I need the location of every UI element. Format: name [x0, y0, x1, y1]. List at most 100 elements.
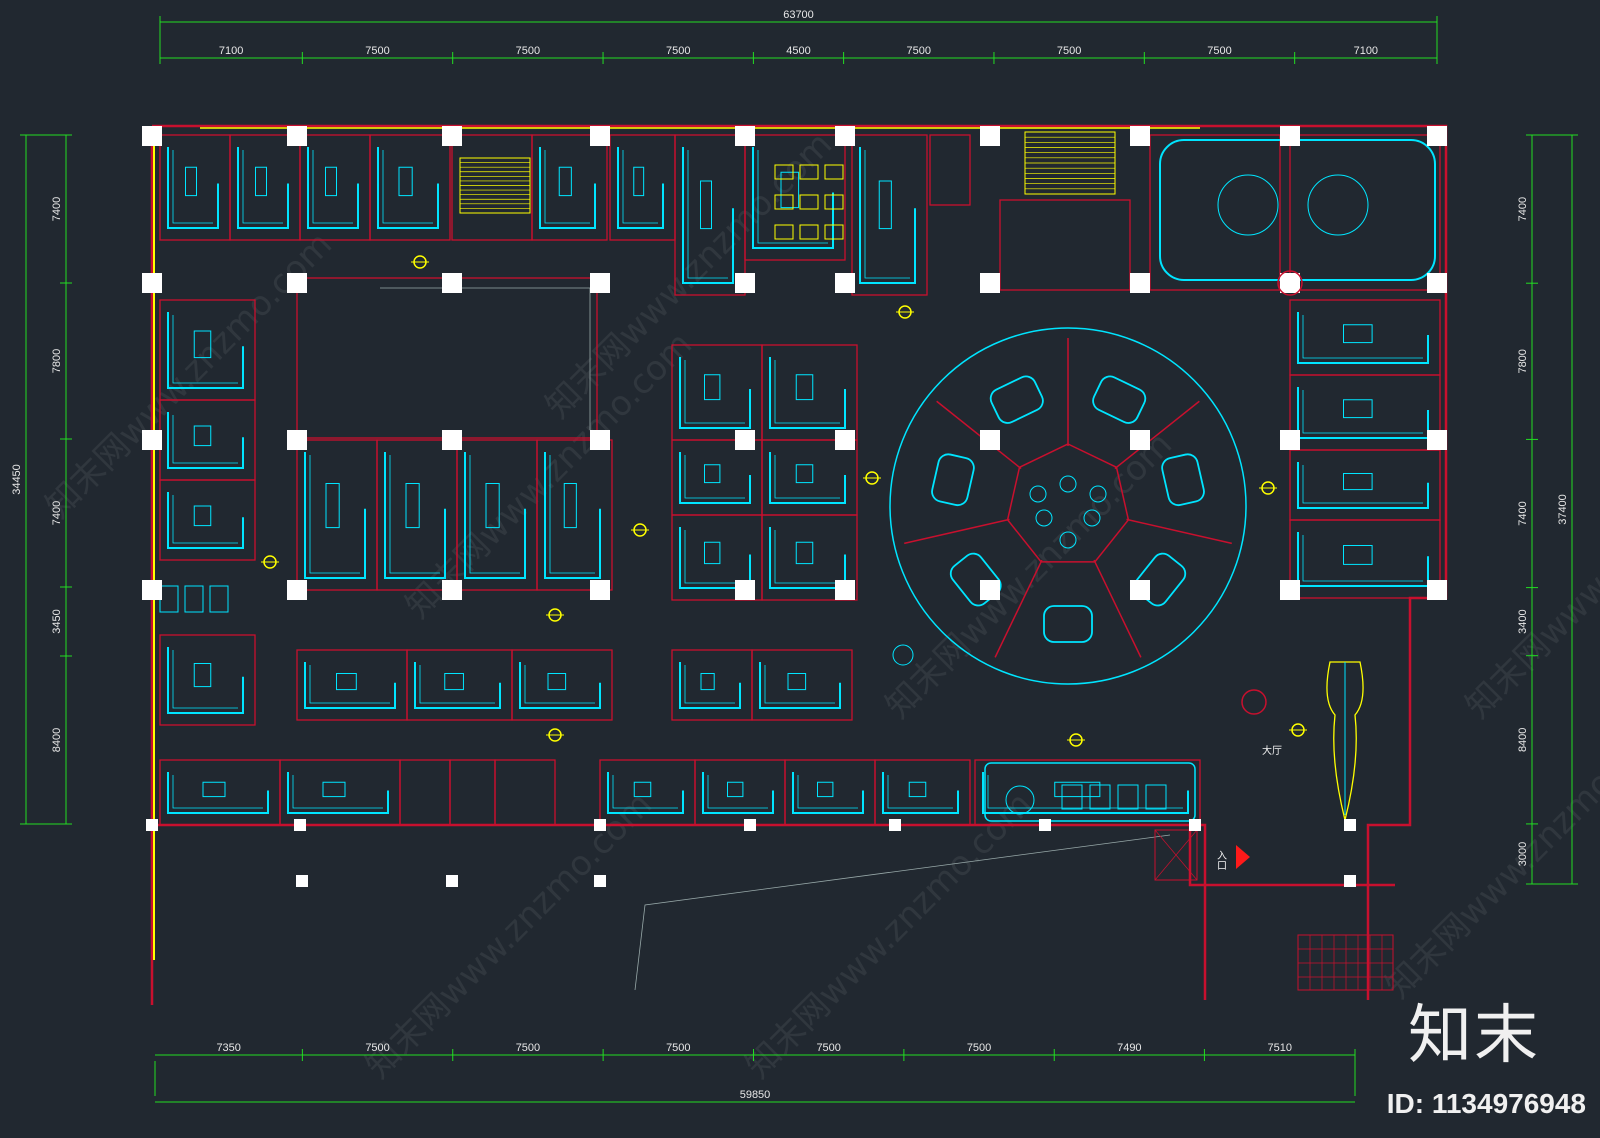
dimension-value: 7490 [1117, 1042, 1141, 1054]
sofa-seat [419, 665, 495, 704]
sofa [307, 147, 359, 229]
dimension-value: 7500 [365, 1042, 389, 1054]
dimension-value: 7800 [1517, 349, 1529, 373]
pavilion-booth-sofa [931, 453, 975, 507]
structural-column [735, 580, 755, 600]
tea-table [878, 180, 892, 230]
sofa-seat [382, 150, 433, 224]
furniture-layer [159, 139, 1436, 822]
pavilion-partition [936, 400, 1022, 470]
dimension-value: 7510 [1267, 1042, 1291, 1054]
tea-table [704, 374, 721, 401]
dimension-value: 7500 [516, 1042, 540, 1054]
sofa-seat [622, 150, 658, 224]
structural-column-small [744, 819, 756, 831]
round-table [1217, 174, 1279, 236]
structural-column [735, 273, 755, 293]
room-wall [494, 759, 556, 826]
tea-table [795, 374, 814, 401]
structural-column [1427, 273, 1447, 293]
tea-table [727, 781, 744, 798]
sofa [769, 357, 846, 429]
sofa-seat [774, 455, 840, 499]
dimension-value: 7500 [666, 45, 690, 57]
structural-column [142, 430, 162, 450]
lobby-label: 大厅 [1262, 744, 1282, 757]
sofa-seat [172, 150, 213, 224]
pavilion-partition [1126, 518, 1232, 545]
sofa-seat [1302, 465, 1423, 504]
pavilion-booth-sofa [1134, 552, 1187, 607]
sofa [702, 772, 774, 814]
structural-column [1427, 580, 1447, 600]
tea-table [185, 166, 197, 197]
structural-column-small [1344, 819, 1356, 831]
sofa [1297, 532, 1429, 587]
structural-column [980, 430, 1000, 450]
room-wall [449, 759, 496, 826]
dimension-value: 7500 [1057, 45, 1081, 57]
tea-table [325, 166, 337, 197]
structural-column [442, 430, 462, 450]
sofa [167, 647, 244, 714]
tea-table [255, 166, 267, 197]
room-wall [1289, 449, 1441, 521]
room-wall [229, 134, 301, 241]
structural-column [980, 126, 1000, 146]
room-wall [296, 649, 408, 721]
tea-table [547, 673, 567, 691]
dimension-value: 3000 [1517, 842, 1529, 866]
sofa [167, 412, 244, 469]
floor-plan-canvas: 知末网www.znzmo.com 知末网www.znzmo.com 知末网www.z… [0, 0, 1600, 1138]
pavilion-booth-sofa [1043, 605, 1093, 643]
watermark-text: 知末网www.znzmo.com [538, 124, 840, 426]
structural-column [590, 580, 610, 600]
tea-table [700, 673, 715, 691]
sofa [287, 772, 389, 814]
washbasin [799, 194, 819, 210]
room-wall [279, 759, 401, 826]
sofa [679, 662, 741, 709]
sofa-seat [172, 495, 238, 544]
watermark-text: 知末网www.znzmo.com [1378, 704, 1600, 1006]
structural-column [735, 430, 755, 450]
sofa [539, 147, 596, 229]
structural-column [980, 580, 1000, 600]
watermark-text: 知末网www.znzmo.com [878, 424, 1180, 726]
sofa-seat [172, 415, 238, 464]
structural-column [590, 273, 610, 293]
tea-table [704, 464, 721, 484]
dimension-value: 7100 [219, 45, 243, 57]
tea-table [1343, 545, 1373, 565]
sofa-seat [292, 775, 383, 809]
structural-column [287, 273, 307, 293]
sofa-seat [242, 150, 283, 224]
tea-table [325, 483, 340, 529]
dimension-value: 7500 [365, 45, 389, 57]
room-wall [761, 344, 858, 441]
exterior-stair [1297, 934, 1394, 991]
pavilion-partition [904, 518, 1010, 545]
sofa-seat [684, 665, 735, 704]
dimension-value: 7500 [907, 45, 931, 57]
tea-table [405, 483, 420, 529]
dimension-value: 7500 [516, 45, 540, 57]
sofa-seat [1302, 535, 1423, 582]
sofa-seat [309, 665, 390, 704]
structural-column-small [594, 819, 606, 831]
watermark-text: 知末网www.znzmo.com [1458, 424, 1600, 726]
structural-column [1280, 126, 1300, 146]
watermark-text: 知末网www.znzmo.com [38, 224, 340, 526]
structural-column-small [1344, 875, 1356, 887]
room-wall [159, 134, 231, 241]
sofa [377, 147, 439, 229]
toilet-stall [209, 585, 229, 613]
dimension-value: 7500 [816, 1042, 840, 1054]
room-wall [511, 649, 613, 721]
image-id-label: ID: 1134976948 [1386, 1088, 1586, 1119]
structural-column [287, 126, 307, 146]
structural-column [735, 126, 755, 146]
structural-column [1280, 430, 1300, 450]
structural-column-small [1039, 819, 1051, 831]
wall-layer [150, 124, 1448, 1005]
